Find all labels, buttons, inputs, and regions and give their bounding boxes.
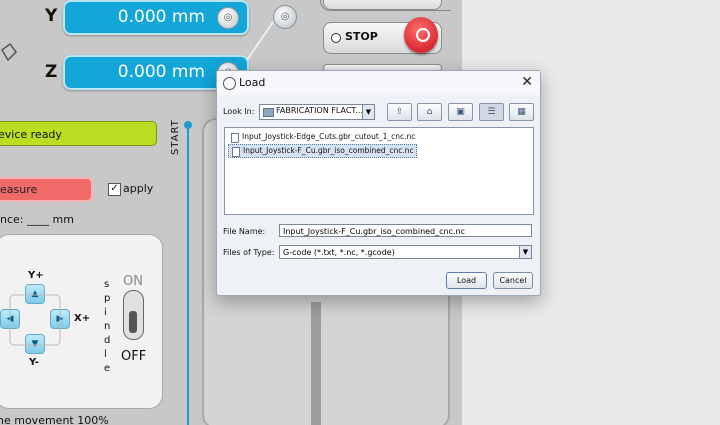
new-folder-button[interactable]: ▣ [448,103,473,121]
spindle-letter: d [104,335,111,346]
link-axes-button[interactable]: ◎ [273,5,297,29]
app-icon [223,77,236,90]
file-item[interactable]: Input_Joystick-Edge_Cuts.gbr_cutout_1_cn… [228,131,415,143]
distance-label: nce: ____ mm [0,213,74,226]
stop-label: STOP [345,30,378,43]
up-folder-button[interactable]: ⇧ [387,103,412,121]
connector-line [246,21,274,61]
file-name-input[interactable]: Input_Joystick-F_Cu.gbr_iso_combined_cnc… [279,224,532,237]
details-view-icon: ▦ [517,107,526,117]
details-view-button[interactable]: ▦ [509,103,534,121]
look-in-label: Look In: [223,107,255,116]
apply-checkbox[interactable]: ✓ [108,183,121,196]
zero-icon: ◎ [223,12,233,23]
folder-icon [263,108,274,117]
status-indicator: evice ready [0,121,157,146]
file-item-name: Input_Joystick-Edge_Cuts.gbr_cutout_1_cn… [242,132,416,141]
load-dialog: Load ✕ Look In: FABRICATION FLACT... ▼ ⇧… [216,70,541,296]
spindle-off-label: OFF [121,349,147,364]
list-view-icon: ☰ [487,107,496,117]
spindle-letter: i [104,307,107,318]
spindle-letter: s [104,279,110,290]
home-icon: ⌂ [426,107,433,117]
machine-icon [1,42,17,62]
rail-slider[interactable] [311,302,321,425]
file-list: Input_Joystick-Edge_Cuts.gbr_cutout_1_cn… [224,127,534,215]
cancel-button[interactable]: Cancel [493,272,533,289]
look-in-value: FABRICATION FLACT... [276,106,363,115]
apply-label: apply [123,182,154,195]
dialog-title: Load [239,76,266,89]
files-of-type-value: G-code (*.txt, *.nc, *.gcode) [283,248,395,257]
files-of-type-select[interactable]: G-code (*.txt, *.nc, *.gcode) ▼ [279,245,532,259]
spindle-letter: e [104,363,111,374]
file-icon [232,147,240,157]
new-folder-icon: ▣ [456,107,465,117]
up-folder-icon: ⇧ [395,107,404,117]
file-icon [231,133,239,143]
dialog-titlebar[interactable]: Load ✕ [217,71,540,95]
y-coordinate-display: 0.000 mm ◎ [63,0,249,35]
link-icon: ◎ [280,11,290,22]
stop-button[interactable]: STOP [323,17,442,54]
progress-line [187,128,189,425]
close-icon[interactable]: ✕ [521,74,533,90]
spindle-letter: n [104,321,111,332]
z-coordinate-value: 0.000 mm [117,62,205,82]
stop-radio [331,33,341,43]
files-of-type-label: Files of Type: [223,248,275,257]
z-axis-label: Z [45,62,58,82]
home-button[interactable]: ⌂ [417,103,442,121]
y-axis-label: Y [45,6,58,26]
list-view-button[interactable]: ☰ [479,103,504,121]
chevron-down-icon: ▼ [519,246,531,258]
y-coordinate-value: 0.000 mm [117,7,205,27]
x-plus-label: X+ [74,313,91,324]
spindle-on-label: ON [123,274,143,289]
jog-frame [9,294,61,346]
spindle-letter: p [104,293,111,304]
chevron-down-icon: ▼ [362,105,374,119]
file-name-label: File Name: [223,227,266,236]
spindle-letter: l [104,349,107,360]
stop-icon [404,17,438,53]
file-item-selected[interactable]: Input_Joystick-F_Cu.gbr_iso_combined_cnc… [228,144,417,158]
y-zero-button[interactable]: ◎ [217,7,239,29]
look-in-select[interactable]: FABRICATION FLACT... ▼ [259,104,375,120]
y-minus-label: Y- [29,357,39,368]
measure-button[interactable]: easure [0,177,93,202]
movement-speed-label: he movement 100% [0,414,109,425]
start-label: START [170,119,181,155]
top-control-button[interactable] [323,0,442,10]
load-button[interactable]: Load [446,272,487,289]
file-item-name: Input_Joystick-F_Cu.gbr_iso_combined_cnc… [243,146,414,155]
y-plus-label: Y+ [28,270,44,281]
spindle-toggle[interactable] [123,290,144,340]
